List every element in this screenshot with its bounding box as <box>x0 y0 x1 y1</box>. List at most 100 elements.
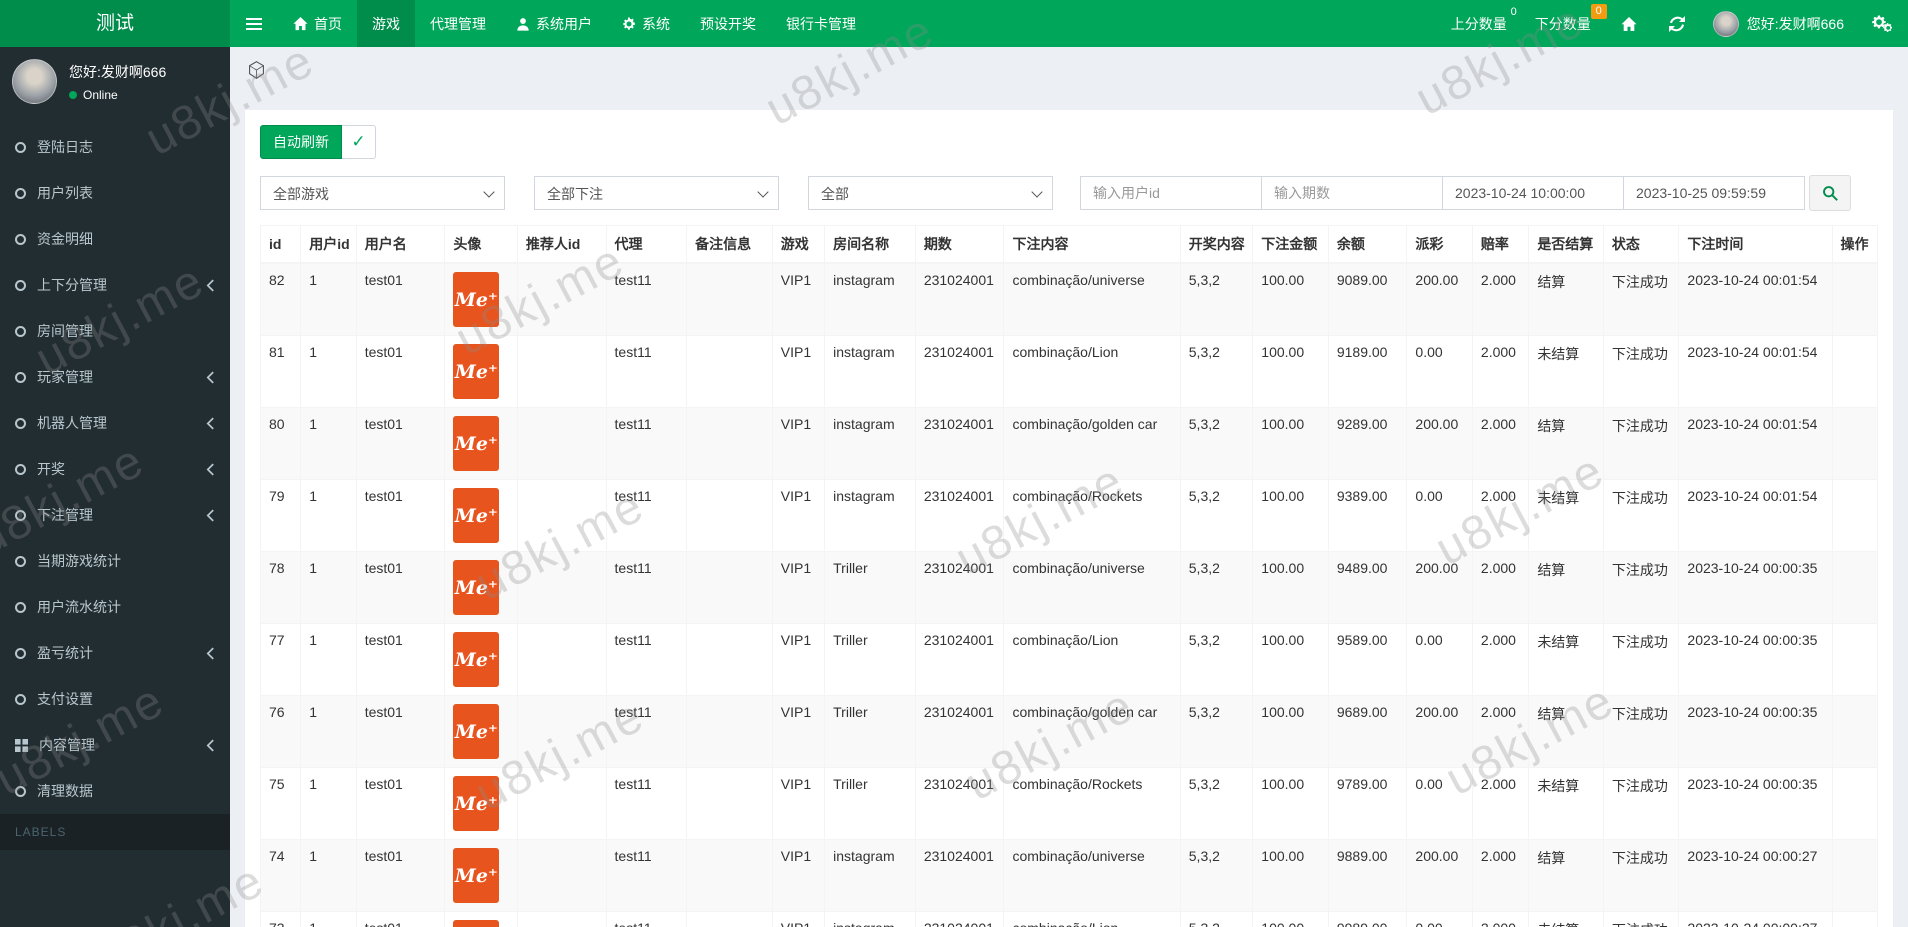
sidebar-item-payment-settings[interactable]: 支付设置 <box>0 676 230 722</box>
cell-remark <box>686 335 773 408</box>
circle-icon <box>15 601 26 613</box>
cell-period: 231024001 <box>914 911 1005 927</box>
settle-select[interactable]: 全部 <box>808 176 1053 210</box>
cell-referrer <box>516 407 607 480</box>
cell-bet_content: combinação/universe <box>1003 839 1181 912</box>
app-logo[interactable]: 测试 <box>0 0 230 47</box>
cell-period: 231024001 <box>914 839 1005 912</box>
sidebar-toggle-button[interactable] <box>230 0 278 47</box>
cell-avatar: Me⁺ <box>444 335 518 408</box>
cell-remark <box>686 623 773 696</box>
topnav-item-home[interactable]: 首页 <box>278 0 357 47</box>
sidebar-greeting: 您好:发财啊666 <box>69 63 167 80</box>
game-select[interactable]: 全部游戏 <box>260 176 505 210</box>
gears-icon[interactable] <box>1856 0 1908 47</box>
angle-left-icon <box>206 370 215 384</box>
sidebar-item-current-game-stats[interactable]: 当期游戏统计 <box>0 538 230 584</box>
refresh-icon[interactable] <box>1653 0 1701 47</box>
down-score-button[interactable]: 下分数量 0 <box>1521 0 1607 47</box>
online-status[interactable]: Online <box>69 88 166 102</box>
down-score-label: 下分数量 <box>1534 15 1591 32</box>
greeting-text: 您好:发财啊666 <box>1746 15 1844 32</box>
sidebar-item-clean-data[interactable]: 清理数据 <box>0 768 230 814</box>
cell-remark <box>686 911 773 927</box>
sidebar-item-robot-manage[interactable]: 机器人管理 <box>0 400 230 446</box>
cell-id: 82 <box>259 262 302 336</box>
search-button[interactable] <box>1809 175 1851 211</box>
topnav-label: 系统 <box>642 15 670 32</box>
sidebar-item-label: 玩家管理 <box>37 369 93 385</box>
cell-open_content: 5,3,2 <box>1179 911 1254 927</box>
cell-payout: 200.00 <box>1406 695 1473 768</box>
sidebar-item-profit-stats[interactable]: 盈亏统计 <box>0 630 230 676</box>
cell-username: test01 <box>355 767 446 840</box>
cell-bet_time: 2023-10-24 00:01:54 <box>1678 262 1833 336</box>
sidebar-item-room-manage[interactable]: 房间管理 <box>0 308 230 354</box>
cell-status: 下注成功 <box>1602 479 1680 552</box>
home-icon[interactable] <box>1605 0 1653 47</box>
auto-refresh-checkbox[interactable]: ✓ <box>342 125 376 159</box>
cell-game: VIP1 <box>771 839 826 912</box>
sidebar-item-user-list[interactable]: 用户列表 <box>0 170 230 216</box>
sidebar-item-lottery[interactable]: 开奖 <box>0 446 230 492</box>
column-header-4: 推荐人id <box>516 225 607 264</box>
cell-user_id: 1 <box>300 911 357 927</box>
chevron-down-icon <box>757 186 769 198</box>
topnav-item-system[interactable]: 系统 <box>607 0 685 47</box>
sidebar-item-player-manage[interactable]: 玩家管理 <box>0 354 230 400</box>
topnav-item-games[interactable]: 游戏 <box>357 0 415 47</box>
cell-settled: 未结算 <box>1528 911 1604 927</box>
user-menu[interactable]: 您好:发财啊666 <box>1701 0 1856 47</box>
cell-status: 下注成功 <box>1602 623 1680 696</box>
cell-remark <box>686 262 773 336</box>
table-row: 74 1 test01 Me⁺ test11 VIP1 instagram 231024001… <box>259 839 1879 912</box>
sidebar-item-bet-manage[interactable]: 下注管理 <box>0 492 230 538</box>
cell-avatar: Me⁺ <box>444 551 518 624</box>
topnav-item-agent-manage[interactable]: 代理管理 <box>415 0 501 47</box>
sidebar-item-label: 清理数据 <box>37 783 93 799</box>
sidebar-item-label: 用户流水统计 <box>37 599 121 615</box>
cell-referrer <box>516 623 607 696</box>
circle-icon <box>15 233 26 245</box>
user-id-input[interactable] <box>1080 176 1262 210</box>
cell-referrer <box>516 695 607 768</box>
up-score-count: 0 <box>1510 6 1517 18</box>
cell-balance: 9489.00 <box>1327 551 1408 624</box>
column-header-7: 游戏 <box>771 225 826 264</box>
cell-username: test01 <box>355 911 446 927</box>
auto-refresh-button[interactable]: 自动刷新 <box>260 125 342 159</box>
start-date-input[interactable] <box>1442 176 1624 210</box>
cell-room: instagram <box>824 262 916 336</box>
up-score-button[interactable]: 上分数量 0 <box>1437 0 1521 47</box>
period-input[interactable] <box>1261 176 1443 210</box>
cell-bet_content: combinação/universe <box>1003 262 1181 336</box>
cell-bet_content: combinação/Lion <box>1003 335 1181 408</box>
cell-balance: 9889.00 <box>1327 839 1408 912</box>
cell-agent: test11 <box>605 335 688 408</box>
bet-type-select[interactable]: 全部下注 <box>534 176 779 210</box>
topnav-item-bankcard-manage[interactable]: 银行卡管理 <box>771 0 871 47</box>
end-date-input[interactable] <box>1623 176 1805 210</box>
cell-settled: 结算 <box>1528 551 1604 624</box>
cell-referrer <box>516 911 607 927</box>
cell-balance: 9089.00 <box>1327 262 1408 336</box>
cell-status: 下注成功 <box>1602 695 1680 768</box>
circle-icon <box>15 463 26 475</box>
cell-period: 231024001 <box>914 695 1005 768</box>
cell-open_content: 5,3,2 <box>1179 839 1254 912</box>
cell-action <box>1831 623 1879 696</box>
table-row: 75 1 test01 Me⁺ test11 VIP1 Triller 231024001 co… <box>259 767 1879 840</box>
sidebar-item-login-log[interactable]: 登陆日志 <box>0 124 230 170</box>
cell-game: VIP1 <box>771 479 826 552</box>
sidebar-item-score-manage[interactable]: 上下分管理 <box>0 262 230 308</box>
cell-open_content: 5,3,2 <box>1179 262 1254 336</box>
cell-settled: 未结算 <box>1528 335 1604 408</box>
sidebar-item-user-flow-stats[interactable]: 用户流水统计 <box>0 584 230 630</box>
sidebar-item-content-manage[interactable]: 内容管理 <box>0 722 230 768</box>
sidebar-item-funds-detail[interactable]: 资金明细 <box>0 216 230 262</box>
topnav-item-preset-lottery[interactable]: 预设开奖 <box>685 0 771 47</box>
sidebar-item-label: 支付设置 <box>37 691 93 707</box>
cell-status: 下注成功 <box>1602 262 1680 336</box>
cell-odds: 2.000 <box>1471 695 1530 768</box>
topnav-item-system-users[interactable]: 系统用户 <box>501 0 607 47</box>
